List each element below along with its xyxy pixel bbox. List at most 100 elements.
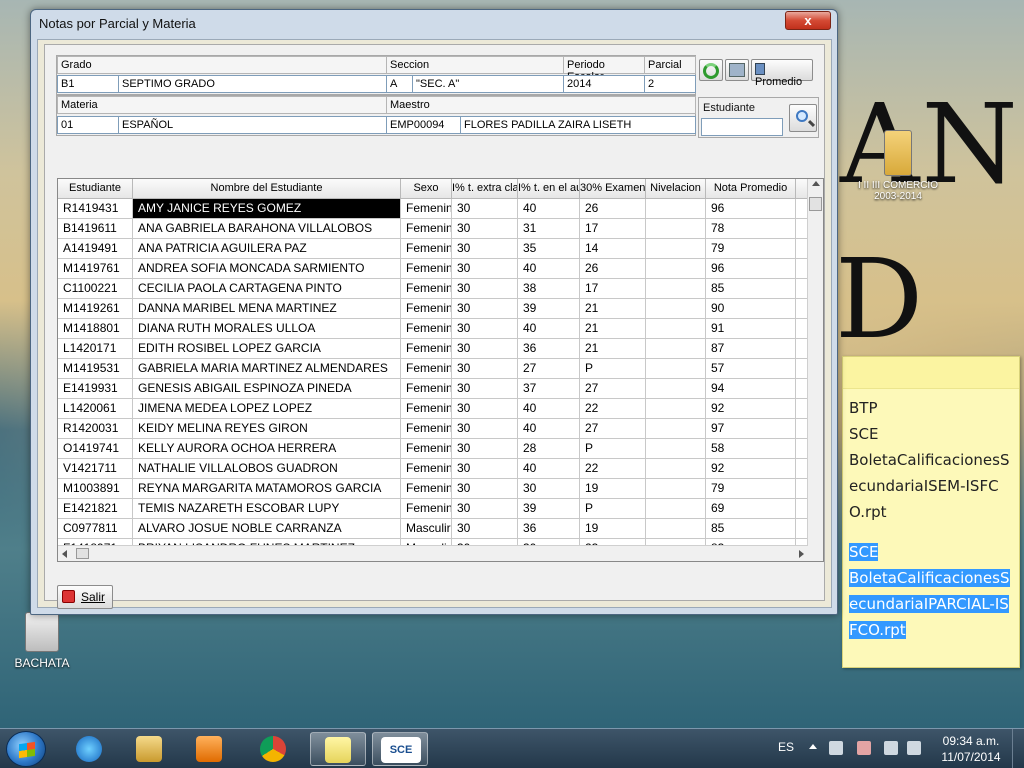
table-cell[interactable]: M1419531: [58, 359, 133, 379]
table-cell[interactable]: 14: [580, 239, 646, 259]
table-cell[interactable]: 36: [518, 519, 580, 539]
table-cell[interactable]: 57: [706, 359, 796, 379]
show-hidden-icons[interactable]: [809, 744, 817, 749]
materia-code-field[interactable]: 01: [57, 116, 119, 134]
table-cell[interactable]: Femenin: [401, 259, 452, 279]
scroll-thumb[interactable]: [76, 548, 89, 559]
language-indicator[interactable]: ES: [778, 740, 794, 754]
table-cell[interactable]: Femenin: [401, 479, 452, 499]
table-cell[interactable]: 79: [706, 239, 796, 259]
table-cell[interactable]: DIANA RUTH MORALES ULLOA: [133, 319, 401, 339]
taskbar-sce-bit[interactable]: SCE BiT: [372, 732, 428, 766]
column-header[interactable]: Nota Promedio: [706, 179, 796, 199]
table-cell[interactable]: [646, 279, 706, 299]
table-cell[interactable]: Femenin: [401, 379, 452, 399]
table-cell[interactable]: E1421821: [58, 499, 133, 519]
app-window[interactable]: Notas por Parcial y Materia x Grado Secc…: [30, 9, 838, 615]
table-cell[interactable]: 40: [518, 459, 580, 479]
table-row[interactable]: M1419761 ANDREA SOFIA MONCADA SARMIENTO Fe…: [58, 259, 808, 279]
table-cell[interactable]: 30: [452, 219, 518, 239]
table-cell[interactable]: [646, 259, 706, 279]
estudiante-search-input[interactable]: [701, 118, 783, 136]
table-cell[interactable]: A1419491: [58, 239, 133, 259]
table-cell[interactable]: Femenin: [401, 359, 452, 379]
table-cell[interactable]: 17: [580, 219, 646, 239]
taskbar-media[interactable]: [182, 732, 238, 766]
table-cell[interactable]: [646, 339, 706, 359]
table-cell[interactable]: 31: [518, 219, 580, 239]
table-row[interactable]: A1419491 ANA PATRICIA AGUILERA PAZ Femenin…: [58, 239, 808, 259]
show-desktop-button[interactable]: [1012, 729, 1024, 768]
table-cell[interactable]: ANA GABRIELA BARAHONA VILLALOBOS: [133, 219, 401, 239]
desktop-icon-bachata[interactable]: BACHATA: [10, 612, 74, 670]
table-cell[interactable]: 38: [518, 279, 580, 299]
table-cell[interactable]: P: [580, 359, 646, 379]
table-cell[interactable]: 40: [518, 199, 580, 219]
column-header[interactable]: I% t. en el au: [518, 179, 580, 199]
table-cell[interactable]: Femenin: [401, 399, 452, 419]
taskbar-ie[interactable]: [62, 732, 118, 766]
table-cell[interactable]: ANA PATRICIA AGUILERA PAZ: [133, 239, 401, 259]
table-cell[interactable]: [646, 299, 706, 319]
network-icon[interactable]: [884, 741, 898, 755]
scroll-up-icon[interactable]: [812, 181, 820, 186]
table-cell[interactable]: O1419741: [58, 439, 133, 459]
table-cell[interactable]: 37: [518, 379, 580, 399]
table-cell[interactable]: 92: [706, 399, 796, 419]
table-row[interactable]: O1419741 KELLY AURORA OCHOA HERRERA Femeni…: [58, 439, 808, 459]
materia-name-field[interactable]: ESPAÑOL: [118, 116, 387, 134]
table-cell[interactable]: Femenin: [401, 219, 452, 239]
table-cell[interactable]: 27: [580, 379, 646, 399]
table-cell[interactable]: [646, 459, 706, 479]
table-row[interactable]: L1420061 JIMENA MEDEA LOPEZ LOPEZ Femenin 3…: [58, 399, 808, 419]
table-cell[interactable]: 40: [518, 259, 580, 279]
table-cell[interactable]: DANNA MARIBEL MENA MARTINEZ: [133, 299, 401, 319]
table-cell[interactable]: Masculir: [401, 519, 452, 539]
table-row[interactable]: L1420171 EDITH ROSIBEL LOPEZ GARCIA Femeni…: [58, 339, 808, 359]
scroll-left-icon[interactable]: [62, 550, 67, 558]
table-cell[interactable]: NATHALIE VILLALOBOS GUADRON: [133, 459, 401, 479]
table-cell[interactable]: [646, 499, 706, 519]
table-cell[interactable]: 27: [518, 359, 580, 379]
table-cell[interactable]: V1421711: [58, 459, 133, 479]
table-cell[interactable]: B1419611: [58, 219, 133, 239]
table-cell[interactable]: KELLY AURORA OCHOA HERRERA: [133, 439, 401, 459]
periodo-field[interactable]: 2014: [563, 75, 645, 93]
table-cell[interactable]: 36: [518, 339, 580, 359]
table-cell[interactable]: 27: [580, 419, 646, 439]
table-cell[interactable]: KEIDY MELINA REYES GIRON: [133, 419, 401, 439]
table-cell[interactable]: 87: [706, 339, 796, 359]
table-cell[interactable]: 40: [518, 399, 580, 419]
table-cell[interactable]: 40: [518, 419, 580, 439]
table-cell[interactable]: P: [580, 499, 646, 519]
table-cell[interactable]: C0977811: [58, 519, 133, 539]
table-row[interactable]: M1419261 DANNA MARIBEL MENA MARTINEZ Femen…: [58, 299, 808, 319]
search-button[interactable]: [789, 104, 817, 132]
table-cell[interactable]: 22: [580, 399, 646, 419]
table-cell[interactable]: R1420031: [58, 419, 133, 439]
table-cell[interactable]: 30: [452, 319, 518, 339]
grado-name-field[interactable]: SEPTIMO GRADO: [118, 75, 387, 93]
table-cell[interactable]: 78: [706, 219, 796, 239]
table-cell[interactable]: 92: [706, 459, 796, 479]
maestro-code-field[interactable]: EMP00094: [386, 116, 461, 134]
table-cell[interactable]: M1419261: [58, 299, 133, 319]
table-cell[interactable]: 40: [518, 319, 580, 339]
table-cell[interactable]: JIMENA MEDEA LOPEZ LOPEZ: [133, 399, 401, 419]
table-cell[interactable]: P: [580, 439, 646, 459]
table-cell[interactable]: [646, 319, 706, 339]
table-cell[interactable]: 21: [580, 339, 646, 359]
table-cell[interactable]: 21: [580, 299, 646, 319]
taskbar-sticky-notes[interactable]: [310, 732, 366, 766]
table-cell[interactable]: Femenin: [401, 319, 452, 339]
horizontal-scrollbar[interactable]: [58, 545, 808, 561]
table-cell[interactable]: 30: [452, 419, 518, 439]
table-cell[interactable]: 30: [452, 359, 518, 379]
table-cell[interactable]: R1419431: [58, 199, 133, 219]
salir-button[interactable]: Salir: [57, 585, 113, 609]
table-row[interactable]: B1419611 ANA GABRIELA BARAHONA VILLALOBOS…: [58, 219, 808, 239]
table-cell[interactable]: [646, 239, 706, 259]
table-row[interactable]: M1003891 REYNA MARGARITA MATAMOROS GARCIA…: [58, 479, 808, 499]
grado-code-field[interactable]: B1: [57, 75, 119, 93]
table-cell[interactable]: 39: [518, 299, 580, 319]
